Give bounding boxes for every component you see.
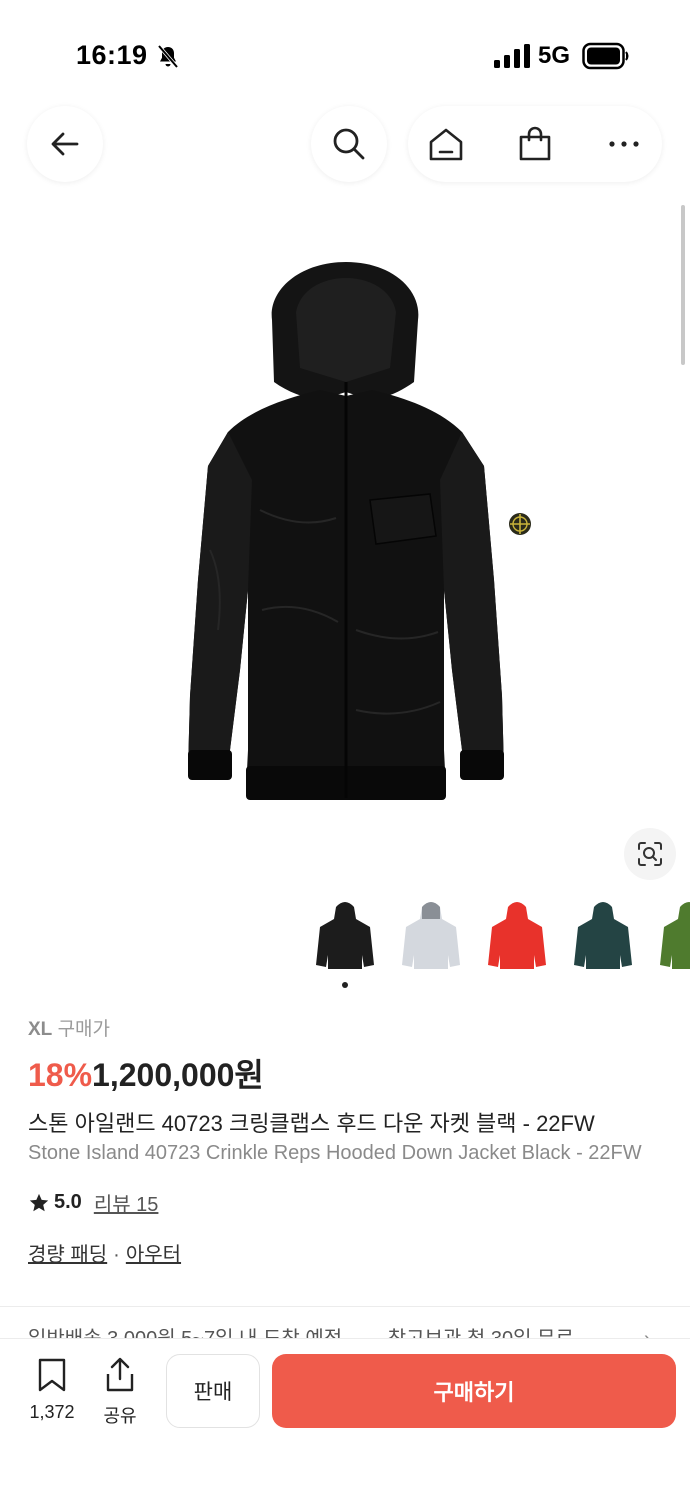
scroll-indicator[interactable] <box>681 205 685 365</box>
nav-pill-group <box>408 106 662 182</box>
share-label: 공유 <box>103 1406 137 1426</box>
back-arrow-icon <box>51 132 79 156</box>
category-outer[interactable]: 아우터 <box>126 1244 181 1266</box>
share-button[interactable]: 공유 <box>98 1357 142 1428</box>
thumbnail-teal[interactable] <box>570 895 636 975</box>
product-title-en: Stone Island 40723 Crinkle Reps Hooded D… <box>28 1142 642 1164</box>
more-button[interactable] <box>604 124 644 164</box>
home-button[interactable] <box>426 124 466 164</box>
home-icon <box>429 128 463 161</box>
sell-button[interactable]: 판매 <box>166 1354 260 1428</box>
price-label: 구매가 <box>57 1019 111 1040</box>
price-line: 18%1,200,000원 <box>28 1050 264 1096</box>
search-icon <box>333 128 365 160</box>
battery-icon <box>582 42 629 70</box>
delivery-info[interactable]: 일반배송 3,000원 5~7일 내 도착 예정 창고보관 첫 30일 무료 › <box>28 1325 690 1339</box>
category-row: 경량 패딩 · 아우터 <box>28 1238 181 1267</box>
thumbnail-black[interactable] <box>312 895 378 975</box>
search-button[interactable] <box>311 106 387 182</box>
discount-rate: 18% <box>28 1057 93 1093</box>
signal-icon <box>494 44 530 68</box>
shopping-bag-button[interactable] <box>515 124 555 164</box>
rating-score: 5.0 <box>54 1191 82 1213</box>
review-link[interactable]: 리뷰 15 <box>94 1188 159 1217</box>
product-image[interactable] <box>100 250 590 840</box>
thumbnail-red[interactable] <box>484 895 550 975</box>
lens-icon <box>638 842 662 866</box>
shopping-bag-icon <box>519 126 551 161</box>
bell-off-icon <box>157 44 179 69</box>
thumbnail-indicator <box>342 982 348 988</box>
section-divider <box>0 1306 690 1307</box>
chevron-right-icon: › <box>644 1328 651 1339</box>
category-light-padding[interactable]: 경량 패딩 <box>28 1244 107 1266</box>
wishlist-button[interactable]: 1,372 <box>22 1357 82 1423</box>
status-time: 16:19 <box>76 40 148 70</box>
buy-button[interactable]: 구매하기 <box>272 1354 676 1428</box>
back-button[interactable] <box>27 106 103 182</box>
image-search-button[interactable] <box>624 828 676 880</box>
status-bar: 16:19 5G <box>0 0 690 110</box>
size-price-label: XL 구매가 <box>28 1014 110 1041</box>
thumbnail-light-gray[interactable] <box>398 895 464 975</box>
wishlist-count: 1,372 <box>29 1402 75 1422</box>
size-label: XL <box>28 1019 53 1040</box>
share-icon <box>106 1357 134 1392</box>
product-title-ko: 스톤 아일랜드 40723 크링클랩스 후드 다운 자켓 블랙 - 22FW <box>28 1111 595 1136</box>
network-type: 5G <box>538 42 571 69</box>
star-icon <box>29 1193 49 1211</box>
bottom-action-bar: 1,372 공유 판매 구매하기 <box>0 1338 690 1500</box>
price: 1,200,000원 <box>92 1057 264 1093</box>
bookmark-icon <box>38 1358 66 1392</box>
more-icon <box>609 141 639 147</box>
thumbnail-green[interactable] <box>656 895 690 975</box>
thumbnail-strip <box>0 895 690 985</box>
category-separator: · <box>113 1244 120 1266</box>
rating-row: 5.0 리뷰 15 <box>28 1188 158 1217</box>
